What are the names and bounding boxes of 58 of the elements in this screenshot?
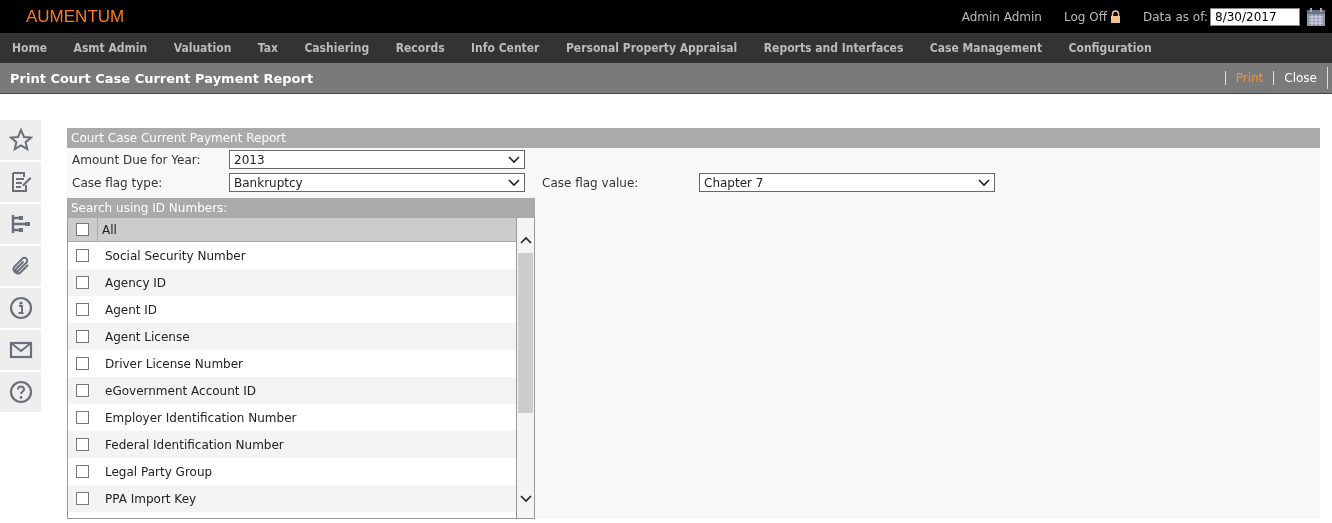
year-dropdown[interactable]: 2013 xyxy=(229,150,525,169)
list-item: eGovernment Account ID xyxy=(105,383,257,398)
checkbox[interactable] xyxy=(76,492,89,505)
checkbox[interactable] xyxy=(76,438,89,451)
chevron-down-icon xyxy=(508,178,520,187)
field-label: Case flag type: xyxy=(72,175,164,190)
list-item: Agent ID xyxy=(105,302,158,317)
chevron-up-icon xyxy=(519,236,532,244)
list-item: Agent License xyxy=(105,329,190,344)
menu-item[interactable]: Asmt Admin xyxy=(73,41,148,55)
checkbox[interactable] xyxy=(76,303,89,316)
chevron-down-icon xyxy=(508,155,520,164)
list-header: Search using ID Numbers: xyxy=(67,198,535,218)
menu-item[interactable]: Valuation xyxy=(173,41,232,55)
chevron-down-icon xyxy=(978,178,990,187)
list-item: Employer Identification Number xyxy=(105,410,297,425)
checkbox[interactable] xyxy=(76,276,89,289)
field-label: Amount Due for Year: xyxy=(72,152,202,167)
list-item: Legal Party Group xyxy=(105,464,213,479)
menu-item[interactable]: Info Center xyxy=(471,41,540,55)
menu-item[interactable]: Personal Property Appraisal xyxy=(565,41,738,55)
menu-item[interactable]: Tax xyxy=(257,41,278,55)
menu-item[interactable]: Configuration xyxy=(1068,41,1152,55)
info-icon[interactable] xyxy=(8,296,33,320)
checkbox[interactable] xyxy=(76,411,89,424)
list-item: Driver License Number xyxy=(105,356,243,371)
checkbox[interactable] xyxy=(76,249,89,262)
date-label: Data as of: xyxy=(1142,9,1208,24)
checkbox[interactable] xyxy=(76,357,89,370)
menu-item[interactable]: Records xyxy=(395,41,445,55)
scrollbar-thumb[interactable] xyxy=(518,253,533,413)
date-field[interactable]: 8/30/2017 xyxy=(1210,7,1300,26)
flag-type-dropdown[interactable]: Bankruptcy xyxy=(229,173,525,192)
calendar-icon[interactable] xyxy=(1306,6,1326,27)
list-item: PPA Import Key xyxy=(105,491,197,506)
help-icon[interactable] xyxy=(8,380,33,404)
list-item: Social Security Number xyxy=(105,248,246,263)
panel-header: Court Case Current Payment Report xyxy=(67,128,1320,148)
menu-item[interactable]: Cashiering xyxy=(304,41,370,55)
star-icon[interactable] xyxy=(8,128,33,152)
checkbox[interactable] xyxy=(76,223,89,236)
checkbox[interactable] xyxy=(76,330,89,343)
list-item: Agency ID xyxy=(105,275,167,290)
flag-value-dropdown[interactable]: Chapter 7 xyxy=(699,173,995,192)
menu-item[interactable]: Reports and Interfaces xyxy=(763,41,904,55)
list-item: Federal Identification Number xyxy=(105,437,284,452)
chevron-down-icon xyxy=(519,495,532,503)
checkbox[interactable] xyxy=(76,465,89,478)
logoff-link[interactable]: Log Off xyxy=(1063,9,1107,24)
brand-logo: AUMENTUM xyxy=(26,6,125,27)
field-label: Case flag value: xyxy=(542,175,640,190)
page-title: Print Court Case Current Payment Report xyxy=(10,70,314,86)
list-item: All xyxy=(102,222,117,237)
menu-item[interactable]: Home xyxy=(12,41,48,55)
menu-item[interactable]: Case Management xyxy=(929,41,1043,55)
checkbox[interactable] xyxy=(76,384,89,397)
lock-icon xyxy=(1109,10,1121,23)
user-name: Admin Admin xyxy=(961,9,1042,24)
